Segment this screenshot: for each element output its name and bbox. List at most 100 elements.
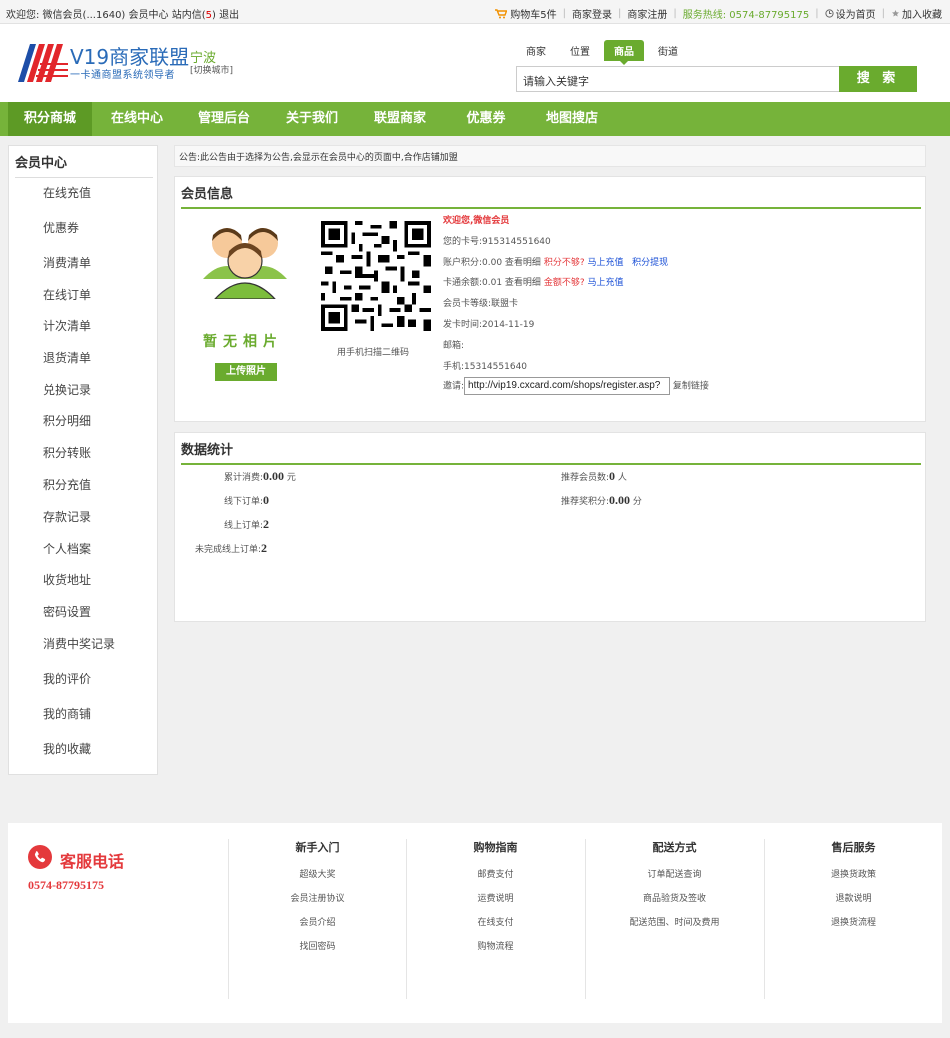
search-button[interactable]: 搜 索 <box>839 66 917 92</box>
stat-referred-members: 推荐会员数:0 人 <box>561 469 627 484</box>
sidebar-item-password[interactable]: 密码设置 <box>43 603 91 620</box>
divider: | <box>617 8 622 19</box>
logo-subtitle: 一卡通商盟系统领导者 <box>70 70 175 81</box>
sidebar-item-exchange-records[interactable]: 兑换记录 <box>43 381 91 398</box>
search-input[interactable]: 请输入关键字 <box>516 66 840 92</box>
nav-merchants[interactable]: 联盟商家 <box>358 102 442 136</box>
footer-link[interactable]: 运费说明 <box>407 887 584 911</box>
logo-stripes-icon <box>18 44 68 82</box>
balance-low-text: 金额不够? <box>543 278 585 288</box>
footer-link[interactable]: 会员介绍 <box>229 911 406 935</box>
search-tab-location[interactable]: 位置 <box>560 40 600 61</box>
switch-city-link[interactable]: [切换城市] <box>190 63 233 76</box>
footer-link[interactable]: 商品验货及签收 <box>586 887 763 911</box>
cart-icon <box>495 8 508 18</box>
merchant-register-link[interactable]: 商家注册 <box>627 6 667 21</box>
footer-link[interactable]: 订单配送查询 <box>586 863 763 887</box>
member-info-title: 会员信息 <box>181 183 921 209</box>
sidebar-title: 会员中心 <box>15 152 153 178</box>
balance-row: 卡通余额:0.01 查看明细 金额不够? 马上充值 <box>443 275 623 288</box>
search-tab-street[interactable]: 街道 <box>648 40 688 61</box>
search-tab-merchant[interactable]: 商家 <box>516 40 556 61</box>
invite-link-field[interactable]: http://vip19.cxcard.com/shops/register.a… <box>464 377 671 395</box>
data-stats-title: 数据统计 <box>181 439 921 465</box>
sidebar-item-my-shop[interactable]: 我的商铺 <box>43 705 91 722</box>
nav-admin[interactable]: 管理后台 <box>182 102 266 136</box>
sidebar-item-points-recharge[interactable]: 积分充值 <box>43 476 91 493</box>
logout-link[interactable]: 退出 <box>219 10 239 21</box>
points-row: 账户积分:0.00 查看明细 积分不够? 马上充值 积分提现 <box>443 255 668 268</box>
sidebar-item-my-favorites[interactable]: 我的收藏 <box>43 740 91 757</box>
invite-label: 邀请: <box>443 381 465 392</box>
sidebar-item-address[interactable]: 收货地址 <box>43 571 91 588</box>
sidebar-item-points-transfer[interactable]: 积分转账 <box>43 444 91 461</box>
copy-link-button[interactable]: 复制链接 <box>673 382 709 392</box>
footer-col-delivery: 配送方式 订单配送查询 商品验货及签收 配送范围、时间及费用 <box>585 839 763 999</box>
stat-value: 0.00 <box>609 493 631 507</box>
points-recharge-link[interactable]: 马上充值 <box>587 258 623 268</box>
footer-col-title: 新手入门 <box>295 841 340 854</box>
sidebar-item-deposit-records[interactable]: 存款记录 <box>43 508 91 525</box>
merchant-login-link[interactable]: 商家登录 <box>572 6 612 21</box>
sidebar-item-profile[interactable]: 个人档案 <box>43 540 91 557</box>
set-home-link[interactable]: 设为首页 <box>836 6 876 21</box>
sidebar-item-prize-records[interactable]: 消费中奖记录 <box>43 635 115 652</box>
sidebar-item-return-list[interactable]: 退货清单 <box>43 349 91 366</box>
stat-label: 推荐奖积分: <box>561 497 610 507</box>
card-number: 您的卡号:915314551640 <box>443 237 551 247</box>
invite-row: 邀请: http://vip19.cxcard.com/shops/registe… <box>443 377 709 395</box>
stat-value: 0 <box>609 469 616 483</box>
stat-value: 0 <box>263 493 270 507</box>
default-avatar-icon <box>203 228 287 299</box>
footer-link[interactable]: 购物流程 <box>407 935 584 959</box>
inbox-link[interactable]: 站内信(5) <box>172 10 216 21</box>
top-bar: 欢迎您: 微信会员(...1640) 会员中心 站内信(5) 退出 购物车5件 … <box>0 0 950 24</box>
divider: | <box>673 8 677 19</box>
stat-online-orders: 线上订单:2 <box>224 517 269 532</box>
service-phone: 0574-87795175 <box>28 878 104 892</box>
issue-date: 发卡时间:2014-11-19 <box>443 320 535 330</box>
top-bar-left: 欢迎您: 微信会员(...1640) 会员中心 站内信(5) 退出 <box>6 6 239 21</box>
home-icon <box>825 9 834 18</box>
stat-referral-points: 推荐奖积分:0.00 分 <box>561 493 642 508</box>
member-center-link[interactable]: 会员中心 <box>129 10 169 21</box>
footer-link[interactable]: 退换货政策 <box>765 863 942 887</box>
divider: | <box>815 8 819 19</box>
sidebar-item-coupons[interactable]: 优惠券 <box>43 219 79 236</box>
footer-link[interactable]: 配送范围、时间及费用 <box>586 911 763 935</box>
footer-link[interactable]: 超级大奖 <box>229 863 406 887</box>
footer-link[interactable]: 邮费支付 <box>407 863 584 887</box>
sidebar-item-online-recharge[interactable]: 在线充值 <box>43 184 91 201</box>
footer-link[interactable]: 退款说明 <box>765 887 942 911</box>
upload-photo-button[interactable]: 上传照片 <box>215 363 277 381</box>
footer-col-beginner: 新手入门 超级大奖 会员注册协议 会员介绍 找回密码 <box>228 839 406 999</box>
balance-text: 卡通余额:0.01 查看明细 <box>443 278 541 288</box>
nav-online-center[interactable]: 在线中心 <box>96 102 178 136</box>
nav-about[interactable]: 关于我们 <box>270 102 354 136</box>
sidebar-item-online-orders[interactable]: 在线订单 <box>43 286 91 303</box>
nav-coupons[interactable]: 优惠券 <box>446 102 526 136</box>
footer-link[interactable]: 在线支付 <box>407 911 584 935</box>
sidebar-item-my-reviews[interactable]: 我的评价 <box>43 670 91 687</box>
site-footer: 客服电话 0574-87795175 新手入门 超级大奖 会员注册协议 会员介绍… <box>8 823 942 1023</box>
search-tab-goods[interactable]: 商品 <box>604 40 644 65</box>
nav-map-search[interactable]: 地图搜店 <box>530 102 614 136</box>
points-low-text: 积分不够? <box>543 258 585 268</box>
sidebar-item-consume-list[interactable]: 消费清单 <box>43 254 91 271</box>
sidebar-item-points-detail[interactable]: 积分明细 <box>43 412 91 429</box>
cart-link[interactable]: 购物车5件 <box>510 6 556 21</box>
balance-recharge-link[interactable]: 马上充值 <box>587 278 623 288</box>
no-photo-label: 暂无相片 <box>203 334 283 350</box>
footer-link[interactable]: 找回密码 <box>229 935 406 959</box>
nav-points-mall[interactable]: 积分商城 <box>8 102 92 136</box>
footer-link[interactable]: 退换货流程 <box>765 911 942 935</box>
stat-unfinished-orders: 未完成线上订单:2 <box>195 541 267 556</box>
sidebar-item-count-list[interactable]: 计次清单 <box>43 317 91 334</box>
points-withdraw-link[interactable]: 积分提现 <box>632 258 668 268</box>
stat-value: 2 <box>261 541 268 555</box>
footer-link[interactable]: 会员注册协议 <box>229 887 406 911</box>
hotline-text: 服务热线: 0574-87795175 <box>682 10 810 21</box>
stat-label: 未完成线上订单: <box>195 545 262 555</box>
add-favorite-link[interactable]: 加入收藏 <box>902 6 942 21</box>
inbox-close: ) <box>212 10 216 21</box>
